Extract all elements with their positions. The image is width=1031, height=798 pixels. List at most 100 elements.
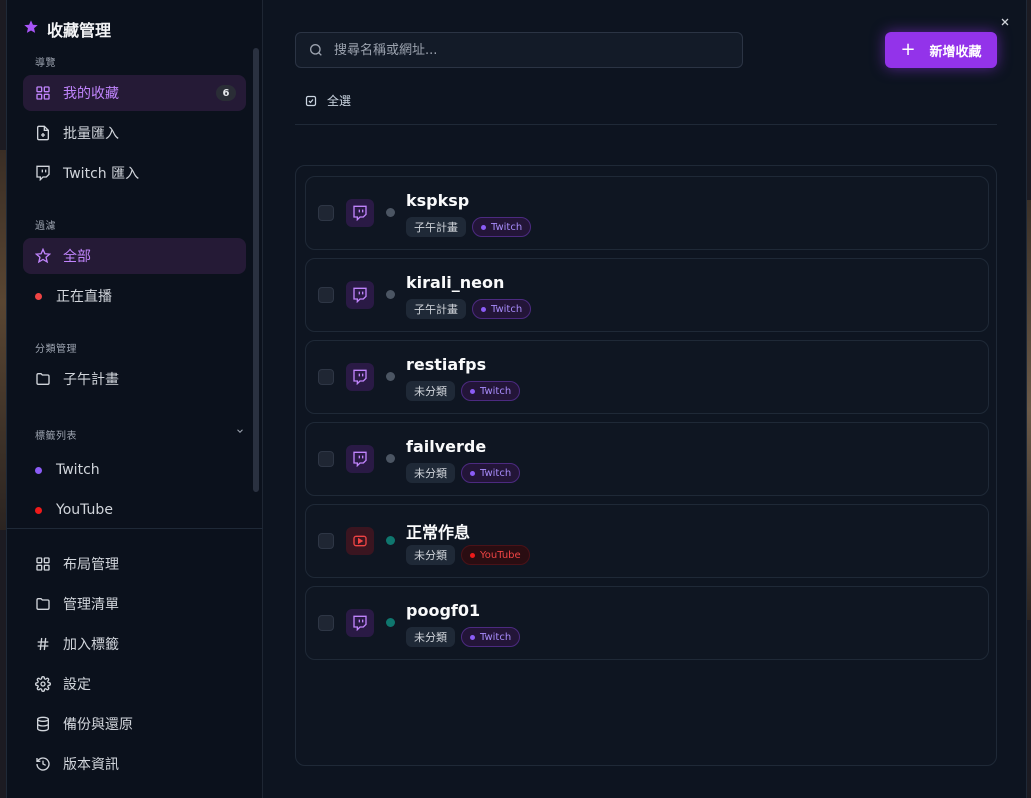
favorite-row[interactable]: 正常作息未分類 YouTube [305, 504, 989, 578]
sidebar-item-live-now[interactable]: 正在直播 [23, 278, 246, 314]
platform-tag: YouTube [461, 545, 530, 565]
platform-dot-icon [481, 306, 486, 312]
sidebar-item-twitch-import[interactable]: Twitch 匯入 [23, 155, 246, 191]
sidebar-item-category-ziwu[interactable]: 子午計畫 [23, 361, 246, 397]
favorite-name: restiafps [406, 355, 487, 374]
sidebar-item-label: 批量匯入 [63, 126, 119, 142]
favorite-tags: 子午計畫 Twitch [406, 217, 532, 237]
sidebar-item-add-tag[interactable]: 加入標籤 [23, 626, 246, 662]
favorite-tags: 未分類 Twitch [406, 463, 521, 483]
sidebar-item-label: 管理清單 [63, 597, 119, 613]
favorite-name: kirali_neon [406, 273, 505, 292]
checkbox-checked-icon [305, 95, 317, 106]
live-status-indicator [386, 372, 395, 381]
sidebar: 收藏管理 導覽 我的收藏 6 批量匯入 Twitch 匯入 過濾 全部 正在直播… [7, 0, 263, 798]
sidebar-item-label: 布局管理 [63, 557, 119, 573]
platform-tag: Twitch [461, 627, 521, 647]
favorite-tags: 未分類 Twitch [406, 381, 521, 401]
plus-icon: + [900, 39, 916, 60]
platform-tag-label: Twitch [480, 467, 512, 479]
star-outline-icon [35, 248, 51, 264]
sidebar-scrollbar[interactable] [253, 48, 259, 492]
platform-dot-icon [470, 552, 475, 558]
live-status-indicator [386, 454, 395, 463]
platform-dot-icon [470, 470, 475, 476]
twitch-icon [346, 609, 374, 637]
sidebar-item-label: 子午計畫 [63, 372, 119, 388]
favorite-row[interactable]: restiafps 未分類 Twitch [305, 340, 989, 414]
count-badge: 6 [216, 85, 236, 101]
favorite-row[interactable]: poogf01 未分類 Twitch [305, 586, 989, 660]
twitch-icon [346, 445, 374, 473]
favorites-list: kspksp 子午計畫 Twitch kirali_neon 子午計畫 Twitch res… [295, 165, 997, 766]
row-checkbox[interactable] [318, 533, 334, 549]
row-checkbox[interactable] [318, 615, 334, 631]
sidebar-item-label: 加入標籤 [63, 637, 119, 653]
sidebar-scroll-area: 收藏管理 導覽 我的收藏 6 批量匯入 Twitch 匯入 過濾 全部 正在直播… [7, 0, 263, 528]
youtube-icon [346, 527, 374, 555]
sidebar-item-label: 正在直播 [56, 289, 112, 305]
sidebar-item-bulk-import[interactable]: 批量匯入 [23, 115, 246, 151]
select-all-toggle[interactable]: 全選 [305, 92, 351, 109]
category-tag: 子午計畫 [406, 299, 466, 319]
sidebar-item-label: Twitch [56, 462, 100, 478]
add-favorite-label: 新增收藏 [929, 44, 982, 60]
close-icon [1001, 18, 1009, 26]
sidebar-item-tag-youtube[interactable]: YouTube [23, 492, 246, 528]
platform-tag: Twitch [461, 381, 521, 401]
sidebar-title-text: 收藏管理 [47, 21, 112, 40]
favorite-row[interactable]: kirali_neon 子午計畫 Twitch [305, 258, 989, 332]
favorite-name: kspksp [406, 191, 470, 210]
category-tag: 未分類 [406, 463, 455, 483]
add-favorite-button[interactable]: + 新增收藏 [885, 32, 997, 68]
favorites-modal: 收藏管理 導覽 我的收藏 6 批量匯入 Twitch 匯入 過濾 全部 正在直播… [6, 0, 1027, 798]
section-label-filter: 過濾 [35, 221, 56, 232]
favorite-row[interactable]: failverde 未分類 Twitch [305, 422, 989, 496]
search-input[interactable] [334, 42, 742, 58]
live-status-indicator [386, 208, 395, 217]
sidebar-item-manage-list[interactable]: 管理清單 [23, 586, 246, 622]
file-plus-icon [35, 125, 51, 141]
grid-icon [35, 85, 51, 101]
live-dot-icon [35, 292, 42, 300]
search-box [295, 32, 743, 68]
section-label-nav: 導覽 [35, 58, 56, 69]
header-divider [295, 124, 997, 125]
platform-tag-label: Twitch [480, 385, 512, 397]
folder-icon [35, 596, 51, 612]
sidebar-item-tag-twitch[interactable]: Twitch [23, 452, 246, 488]
twitch-icon [346, 281, 374, 309]
favorite-name: 正常作息 [406, 523, 471, 542]
star-icon [23, 19, 39, 39]
favorite-tags: 子午計畫 Twitch [406, 299, 532, 319]
chevron-down-icon[interactable] [235, 426, 245, 439]
sidebar-title: 收藏管理 [23, 17, 111, 41]
sidebar-item-layout-manager[interactable]: 布局管理 [23, 546, 246, 582]
sidebar-item-settings[interactable]: 設定 [23, 666, 246, 702]
row-checkbox[interactable] [318, 369, 334, 385]
twitch-icon [346, 363, 374, 391]
live-status-indicator [386, 618, 395, 627]
platform-tag-label: Twitch [491, 221, 523, 233]
live-status-indicator [386, 536, 395, 545]
favorite-row[interactable]: kspksp 子午計畫 Twitch [305, 176, 989, 250]
favorite-tags: 未分類 Twitch [406, 627, 521, 647]
sidebar-item-my-favorites[interactable]: 我的收藏 6 [23, 75, 246, 111]
close-button[interactable] [997, 14, 1013, 30]
sidebar-item-backup-restore[interactable]: 備份與還原 [23, 706, 246, 742]
sidebar-item-all[interactable]: 全部 [23, 238, 246, 274]
favorite-name: poogf01 [406, 601, 481, 620]
row-checkbox[interactable] [318, 287, 334, 303]
twitch-icon [35, 165, 51, 181]
platform-tag: Twitch [472, 217, 532, 237]
platform-dot-icon [481, 224, 486, 230]
live-status-indicator [386, 290, 395, 299]
sidebar-item-version-info[interactable]: 版本資訊 [23, 746, 246, 782]
platform-tag: Twitch [461, 463, 521, 483]
category-tag: 未分類 [406, 545, 455, 565]
platform-tag-label: YouTube [480, 549, 521, 561]
row-checkbox[interactable] [318, 451, 334, 467]
favorite-tags: 未分類 YouTube [406, 545, 530, 565]
section-label-category: 分類管理 [35, 344, 77, 355]
row-checkbox[interactable] [318, 205, 334, 221]
